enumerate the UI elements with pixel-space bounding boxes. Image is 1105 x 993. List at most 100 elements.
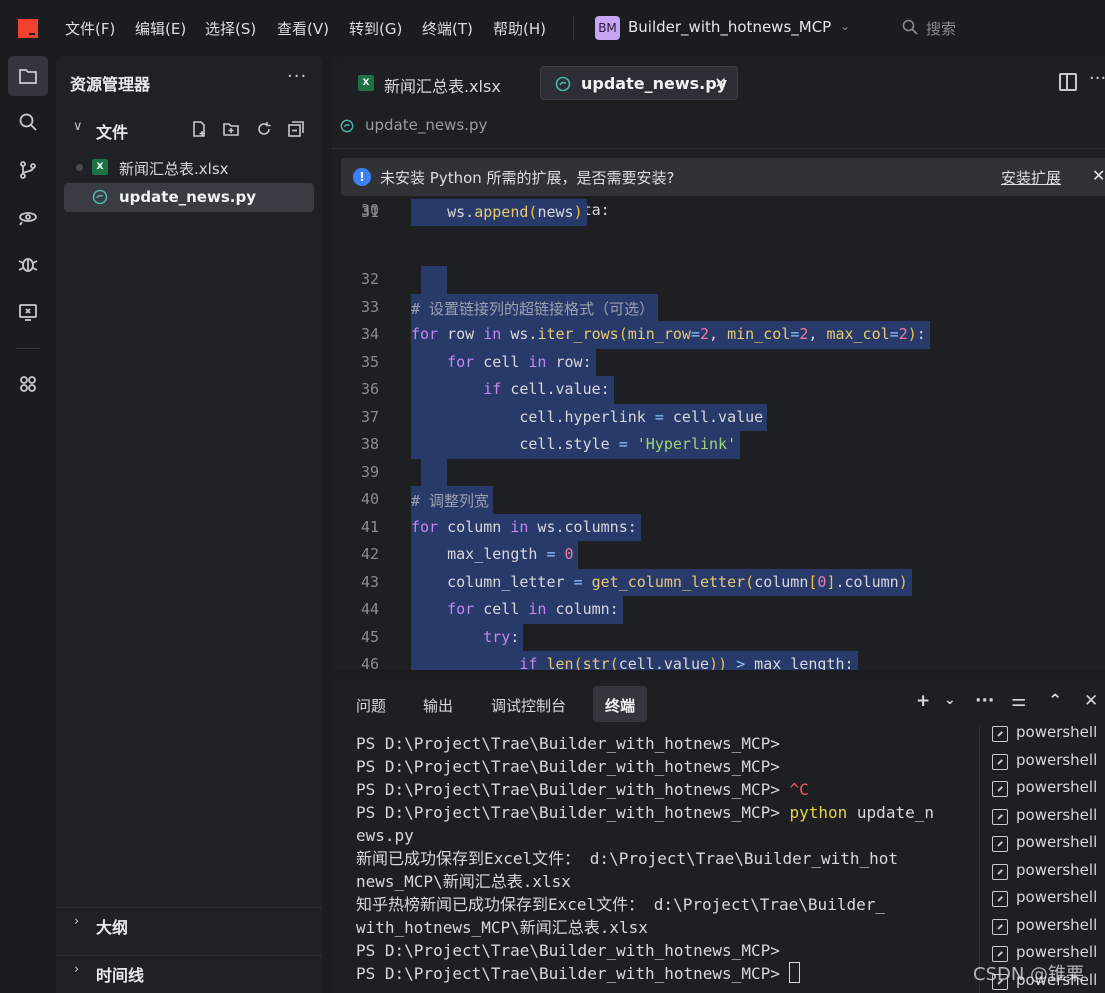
code-line: 46 if len(str(cell.value)) > max_length:: [332, 651, 1105, 670]
code-line: 36 if cell.value:: [332, 376, 1105, 404]
menu-goto[interactable]: 转到(G): [349, 18, 402, 39]
terminal-icon: [992, 808, 1008, 825]
line-number: 34: [360, 325, 379, 343]
refresh-icon[interactable]: [255, 120, 273, 138]
breadcrumb-file[interactable]: update_news.py: [365, 116, 487, 134]
terminal-instance[interactable]: powershell: [992, 888, 1105, 912]
maximize-panel-icon[interactable]: ⌃: [1048, 691, 1062, 711]
explorer-title: 资源管理器: [70, 75, 151, 94]
chevron-right-icon[interactable]: ›: [74, 962, 79, 977]
terminal-instance[interactable]: powershell: [992, 806, 1105, 830]
chevron-right-icon[interactable]: ›: [74, 914, 79, 929]
line-number: 39: [360, 462, 379, 481]
terminal-instance-label: powershell: [1016, 750, 1098, 769]
line-number: 42: [360, 545, 379, 563]
terminal-instance[interactable]: powershell: [992, 751, 1105, 775]
menu-view[interactable]: 查看(V): [277, 18, 329, 39]
close-icon[interactable]: ✕: [1092, 166, 1105, 185]
line-number: 43: [360, 572, 379, 591]
terminal-icon: [992, 753, 1008, 770]
file-item-xlsx[interactable]: X 新闻汇总表.xlsx: [64, 153, 314, 182]
split-editor-icon[interactable]: [1059, 73, 1077, 91]
terminal-instance-label: powershell: [1016, 805, 1098, 824]
activity-bar: [0, 56, 56, 993]
line-code: ws.append(news): [411, 198, 587, 226]
timeline-label: 时间线: [96, 966, 145, 985]
chevron-down-icon[interactable]: ⌄: [944, 692, 956, 708]
editor-tabs: X 新闻汇总表.xlsx update_news.py ✕ ···: [332, 56, 1105, 108]
remote-explorer-icon[interactable]: [8, 292, 48, 332]
explorer-sidebar: 资源管理器 ··· ∨ 文件 X 新闻汇总表.xlsx update_news.…: [56, 56, 322, 993]
remote-icon[interactable]: [8, 197, 48, 237]
line-number: 36: [360, 380, 379, 398]
panel-layout-icon[interactable]: ⚌: [1011, 691, 1026, 711]
project-avatar[interactable]: BM: [595, 16, 620, 40]
chevron-down-icon[interactable]: ⌄: [840, 19, 850, 33]
line-number: 44: [360, 600, 379, 618]
code-line: 40 # 调整列宽: [332, 486, 1105, 514]
line-code: cell.hyperlink = cell.value: [411, 403, 768, 431]
terminal-instance[interactable]: powershell: [992, 916, 1105, 940]
watermark: CSDN @锥栗: [973, 964, 1085, 985]
python-file-icon: [555, 76, 571, 92]
tab-xlsx[interactable]: X 新闻汇总表.xlsx: [344, 66, 534, 100]
tab-terminal[interactable]: 终端: [593, 686, 648, 722]
search-box[interactable]: 搜索: [926, 18, 956, 39]
line-code: if cell.value:: [411, 376, 614, 404]
new-folder-icon[interactable]: [222, 120, 240, 138]
terminal-instance[interactable]: powershell: [992, 726, 1105, 747]
tab-debug-console[interactable]: 调试控制台: [479, 686, 578, 722]
terminal-instance[interactable]: powershell: [992, 833, 1105, 857]
folder-header[interactable]: ∨ 文件: [56, 114, 322, 144]
new-file-icon[interactable]: [190, 120, 208, 138]
menu-terminal[interactable]: 终端(T): [422, 18, 473, 39]
code-line: 39: [332, 458, 1105, 486]
line-code: for cell in row:: [411, 348, 596, 376]
terminal-instance-label: powershell: [1016, 833, 1098, 851]
line-code: cell.style = 'Hyperlink': [411, 431, 741, 459]
extensions-icon[interactable]: [8, 364, 48, 404]
tab-output[interactable]: 输出: [411, 686, 465, 722]
menu-selection[interactable]: 选择(S): [205, 18, 256, 39]
line-code: for cell in column:: [411, 596, 623, 624]
tab-update-news-py[interactable]: update_news.py ✕: [540, 66, 738, 100]
code-line: 45 try:: [332, 623, 1105, 651]
collapse-all-icon[interactable]: [287, 120, 305, 138]
install-extension-link[interactable]: 安装扩展: [1001, 167, 1061, 188]
code-line: 34 for row in ws.iter_rows(min_row=2, min…: [332, 321, 1105, 349]
code-line: 44 for cell in column:: [332, 596, 1105, 624]
bottom-panel: 问题 输出 调试控制台 终端 + ⌄ ··· ⚌ ⌃ ✕ PS D:\Proje…: [332, 676, 1105, 993]
project-name[interactable]: Builder_with_hotnews_MCP: [628, 18, 831, 36]
more-icon[interactable]: ···: [1089, 68, 1105, 89]
explorer-icon[interactable]: [8, 56, 48, 96]
code-view[interactable]: 30for news in news_data:31 ws.append(new…: [332, 197, 1105, 670]
line-code: for column in ws.columns:: [411, 513, 641, 541]
code-line: 33 # 设置链接列的超链接格式（可选）: [332, 293, 1105, 321]
file-item-py[interactable]: update_news.py: [64, 183, 314, 212]
menu-file[interactable]: 文件(F): [65, 18, 115, 39]
menu-help[interactable]: 帮助(H): [493, 18, 546, 39]
code-line: 32: [332, 266, 1105, 294]
line-number: 38: [360, 435, 379, 453]
terminal-output[interactable]: PS D:\Project\Trae\Builder_with_hotnews_…: [356, 732, 966, 992]
more-icon[interactable]: ···: [975, 691, 994, 711]
close-icon[interactable]: ✕: [714, 74, 727, 92]
chevron-down-icon[interactable]: ∨: [73, 119, 83, 134]
debug-icon[interactable]: [8, 244, 48, 284]
outline-section[interactable]: › 大纲: [56, 907, 322, 937]
editor-area: X 新闻汇总表.xlsx update_news.py ✕ ··· update…: [332, 56, 1105, 670]
line-code: [421, 458, 447, 486]
timeline-section[interactable]: › 时间线: [56, 955, 322, 985]
menu-edit[interactable]: 编辑(E): [135, 18, 186, 39]
line-code: max_length = 0: [411, 541, 578, 569]
tab-problems[interactable]: 问题: [344, 686, 398, 722]
search-view-icon[interactable]: [8, 102, 48, 142]
terminal-instance[interactable]: powershell: [992, 861, 1105, 885]
terminal-instance[interactable]: powershell: [992, 778, 1105, 802]
new-terminal-icon[interactable]: +: [916, 691, 930, 711]
more-icon[interactable]: ···: [287, 66, 307, 87]
search-icon[interactable]: [902, 19, 918, 35]
close-icon[interactable]: ✕: [1084, 691, 1098, 711]
source-control-icon[interactable]: [8, 150, 48, 190]
outline-label: 大纲: [96, 918, 129, 937]
